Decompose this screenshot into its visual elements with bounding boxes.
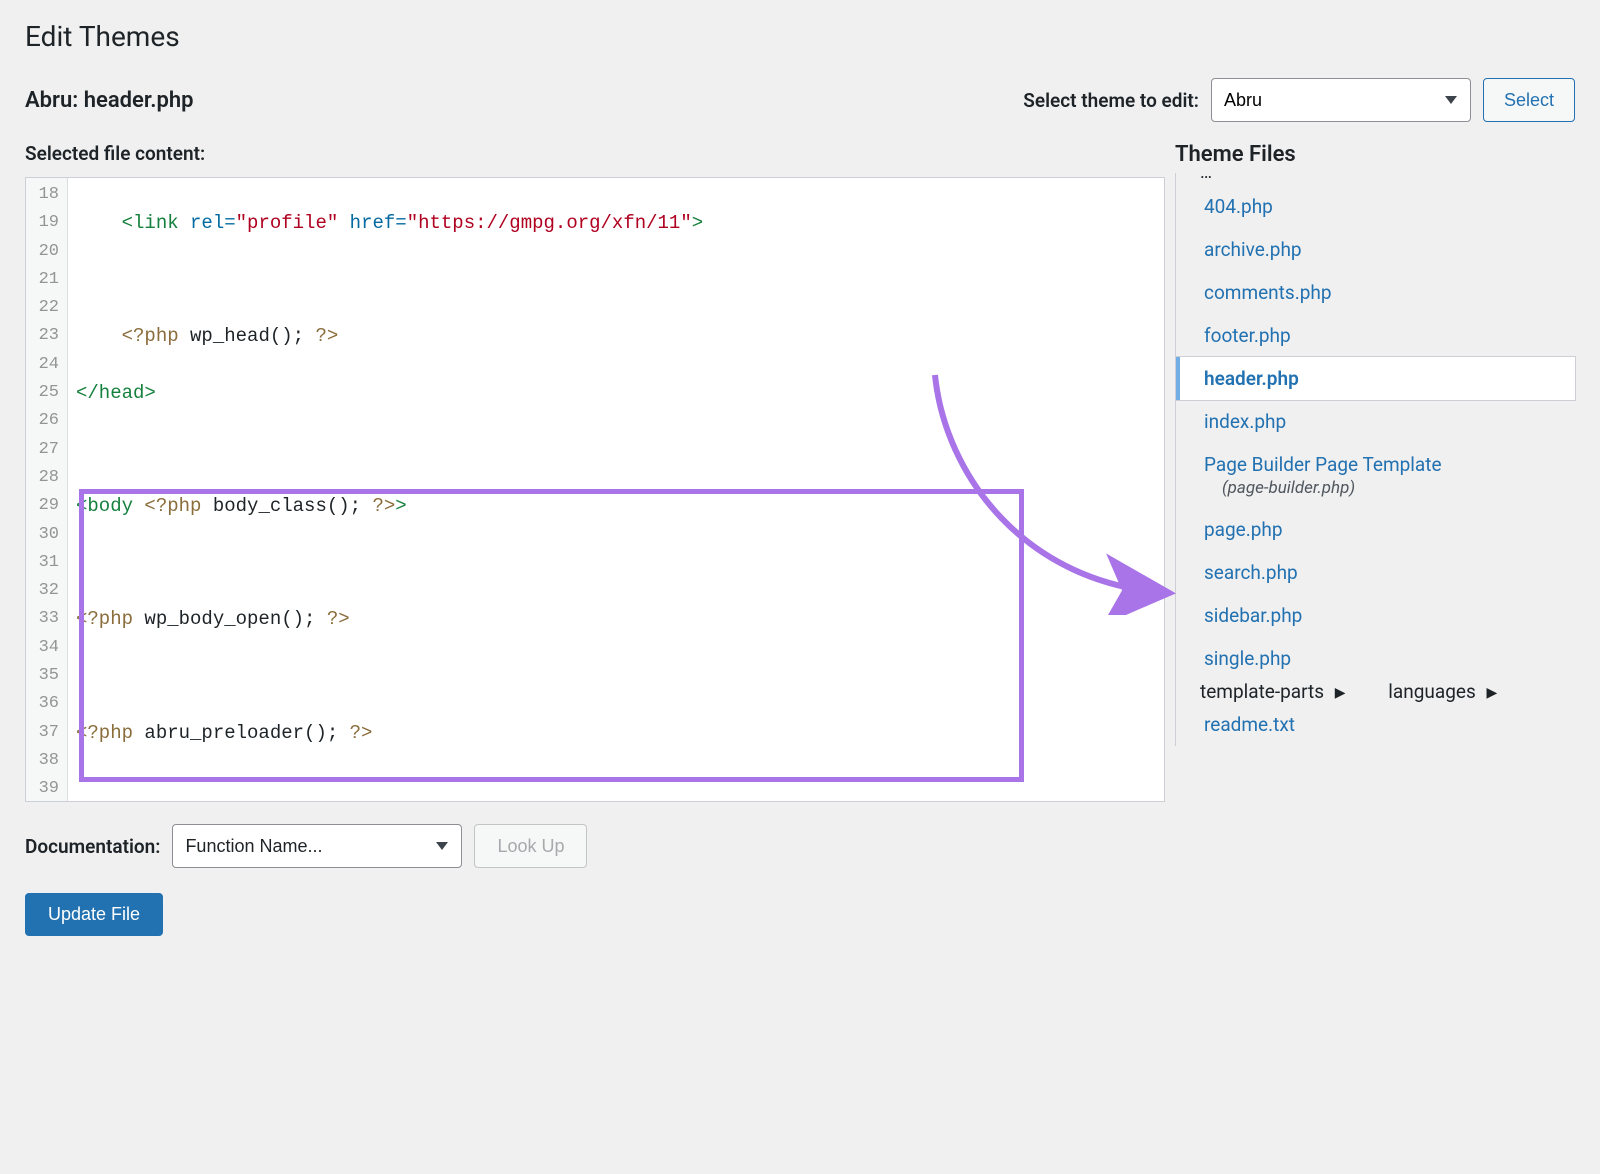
file-item-header[interactable]: header.php [1176,357,1575,400]
file-item-index[interactable]: index.php [1176,400,1575,443]
lookup-button[interactable]: Look Up [474,824,587,868]
file-item-archive[interactable]: archive.php [1176,228,1575,271]
code-body[interactable]: <link rel="profile" href="https://gmpg.o… [68,178,1164,801]
file-item-comments[interactable]: comments.php [1176,271,1575,314]
chevron-right-icon: ▶ [1486,685,1497,701]
update-file-button[interactable]: Update File [25,893,163,936]
line-gutter: 1819202122232425262728293031323334353637… [26,178,68,801]
file-heading: Abru: header.php [25,88,193,113]
file-item-footer[interactable]: footer.php [1176,314,1575,357]
list-truncated-indicator: … [1176,173,1575,185]
chevron-right-icon: ▶ [1335,685,1346,701]
select-button[interactable]: Select [1483,78,1575,122]
folder-label: template-parts [1200,680,1324,703]
file-item-page-builder[interactable]: Page Builder Page Template (page-builder… [1176,443,1575,508]
theme-files-heading: Theme Files [1175,142,1575,167]
folder-item-languages[interactable]: languages ▶ [1364,670,1511,713]
selected-file-label: Selected file content: [25,142,1165,165]
page-title: Edit Themes [25,20,1575,53]
documentation-label: Documentation: [25,835,160,858]
file-item-404[interactable]: 404.php [1176,185,1575,228]
code-editor[interactable]: 1819202122232425262728293031323334353637… [25,177,1165,802]
file-item-page[interactable]: page.php [1176,508,1575,551]
theme-select[interactable]: Abru [1211,78,1471,122]
theme-files-list: … 404.php archive.php comments.php foote… [1175,173,1575,746]
file-item-sidebar[interactable]: sidebar.php [1176,594,1575,637]
file-item-label: Page Builder Page Template [1204,453,1442,476]
file-item-search[interactable]: search.php [1176,551,1575,594]
theme-select-label: Select theme to edit: [1023,89,1199,112]
documentation-select[interactable]: Function Name... [172,824,462,868]
file-item-sublabel: (page-builder.php) [1204,478,1561,498]
folder-label: languages [1388,680,1475,703]
folder-item-template-parts[interactable]: template-parts ▶ [1176,670,1364,713]
